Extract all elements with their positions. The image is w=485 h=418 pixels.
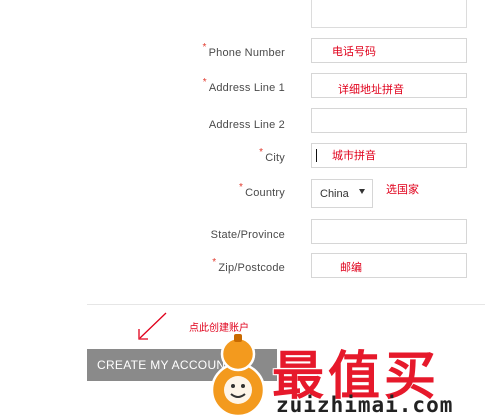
required-marker: * — [212, 257, 217, 268]
required-marker: * — [259, 147, 264, 158]
address-line-2-label: Address Line 2 — [208, 119, 285, 131]
watermark-site: zuizhimai.com — [276, 393, 454, 417]
required-marker: * — [202, 77, 207, 88]
zip-postcode-annotation: 邮编 — [340, 261, 362, 274]
address-line-1-label: * Address Line 1 — [202, 77, 285, 94]
required-marker: * — [238, 182, 244, 193]
required-marker: * — [202, 42, 207, 53]
city-annotation: 城市拼音 — [332, 149, 376, 162]
zip-postcode-input[interactable]: 邮编 — [311, 253, 467, 278]
country-select[interactable]: China — [311, 179, 373, 208]
phone-label: * Phone Number — [202, 42, 285, 59]
state-province-input[interactable] — [311, 219, 467, 244]
city-input[interactable]: 城市拼音 — [311, 143, 467, 168]
address-line-2-input[interactable] — [311, 108, 467, 133]
caret-down-icon — [359, 189, 365, 194]
phone-input[interactable]: 电话号码 — [311, 38, 467, 63]
phone-annotation: 电话号码 — [332, 45, 376, 58]
address-line-1-input[interactable]: 详细地址拼音 — [311, 73, 467, 98]
pointer-arrow-icon — [138, 312, 167, 340]
country-label: * Country — [238, 182, 285, 199]
text-cursor — [316, 149, 317, 162]
form-divider — [87, 304, 485, 305]
country-select-value: China — [320, 188, 349, 200]
city-label: * City — [259, 147, 285, 164]
address-line-1-annotation: 详细地址拼音 — [338, 83, 404, 96]
previous-field-edge — [311, 0, 467, 28]
country-annotation: 选国家 — [386, 183, 419, 196]
zip-postcode-label: * Zip/Postcode — [212, 257, 285, 274]
state-province-label: State/Province — [210, 229, 285, 241]
gourd-logo-icon — [210, 334, 266, 418]
